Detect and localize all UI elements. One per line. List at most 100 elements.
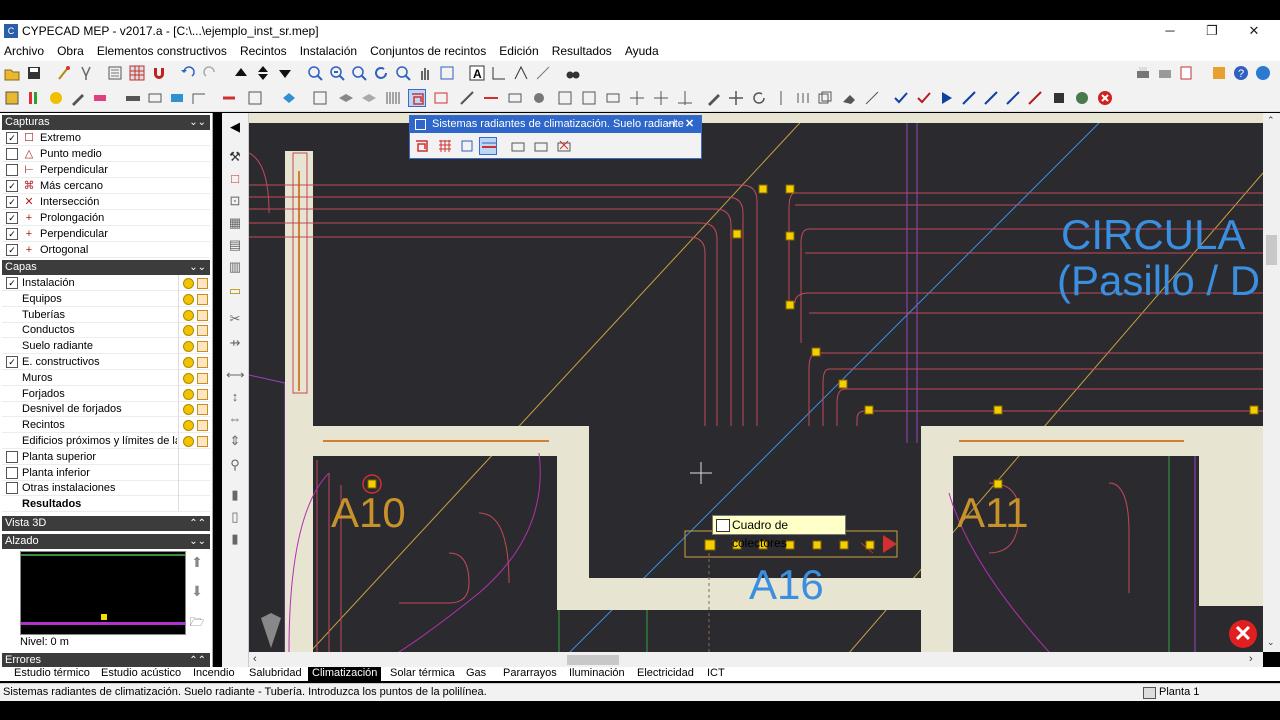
manifold-icon[interactable]	[432, 89, 450, 107]
minimize-button[interactable]: ─	[1150, 22, 1190, 40]
open-icon[interactable]	[3, 64, 21, 82]
export-icon[interactable]	[1178, 64, 1196, 82]
copy-icon[interactable]	[816, 89, 834, 107]
corner-icon[interactable]	[190, 89, 208, 107]
plan-view-icon[interactable]	[106, 64, 124, 82]
duct-icon[interactable]	[458, 89, 476, 107]
tab-iluminacion[interactable]: Iluminación	[565, 667, 629, 681]
erase-icon[interactable]	[840, 89, 858, 107]
checkbox[interactable]: ✓	[6, 277, 18, 289]
unit-icon[interactable]	[604, 89, 622, 107]
split-line-icon[interactable]: ⇸	[226, 335, 244, 351]
heat-icon[interactable]	[25, 89, 43, 107]
tab-ict[interactable]: ICT	[703, 667, 729, 681]
block-icon[interactable]	[1050, 89, 1068, 107]
checkbox[interactable]: ✓	[6, 356, 18, 368]
refresh-icon[interactable]	[372, 64, 390, 82]
checkbox[interactable]: ✓	[6, 212, 18, 224]
vertical-scrollbar[interactable]: ⌃ ⌄	[1263, 113, 1280, 652]
lightbulb-icon[interactable]	[183, 357, 194, 368]
menu-recintos[interactable]: Recintos	[236, 42, 293, 58]
capas-header[interactable]: Capas ⌄⌄	[2, 260, 210, 275]
zoom-window-icon[interactable]	[306, 64, 324, 82]
radiant-floor-icon[interactable]	[408, 89, 426, 107]
lock-icon[interactable]	[197, 404, 208, 416]
alzado-header[interactable]: Alzado ⌄⌄	[2, 534, 210, 549]
floor-up-icon[interactable]	[232, 64, 250, 82]
layer-icon[interactable]	[337, 89, 355, 107]
arrow-lr-icon[interactable]: ⟷	[226, 367, 245, 383]
tools-icon[interactable]: ⚒	[226, 149, 244, 165]
light-icon[interactable]	[47, 89, 65, 107]
tab-salubridad[interactable]: Salubridad	[245, 667, 306, 681]
lightbulb-icon[interactable]	[183, 388, 194, 400]
menu-archivo[interactable]: Archivo	[0, 42, 50, 58]
checkbox[interactable]	[6, 148, 18, 160]
layer-copy-icon[interactable]	[360, 89, 378, 107]
pencil-icon[interactable]	[705, 89, 723, 107]
tab-incendio[interactable]: Incendio	[189, 667, 239, 681]
grille-icon[interactable]	[580, 89, 598, 107]
plot-icon[interactable]	[1156, 64, 1174, 82]
delete-icon[interactable]	[555, 137, 573, 155]
valve-icon[interactable]	[530, 89, 548, 107]
capturas-item[interactable]: ✓ ⌘ Más cercano	[2, 178, 210, 194]
close-icon[interactable]: ✕	[685, 116, 694, 133]
zoom-previous-icon[interactable]	[394, 64, 412, 82]
new-room-icon[interactable]	[3, 89, 21, 107]
checkbox[interactable]	[6, 466, 18, 479]
menu-conjuntos-recintos[interactable]: Conjuntos de recintos	[366, 42, 492, 58]
menu-resultados[interactable]: Resultados	[548, 42, 618, 58]
link-icon[interactable]	[91, 89, 109, 107]
pin-icon[interactable]: ⊣	[666, 116, 676, 133]
menu-instalacion[interactable]: Instalación	[296, 42, 363, 58]
chevron-down-icon[interactable]: ⌄⌄	[189, 534, 206, 549]
scroll-right-icon[interactable]: ›	[1249, 653, 1253, 665]
equipment-icon[interactable]	[246, 89, 264, 107]
split-icon[interactable]	[652, 89, 670, 107]
print-icon[interactable]	[1134, 64, 1152, 82]
check-error-icon[interactable]	[915, 89, 933, 107]
grid-icon[interactable]: ▦	[226, 215, 244, 231]
lightbulb-icon[interactable]	[183, 309, 194, 321]
arrow-ud-icon[interactable]: ↕	[226, 389, 244, 405]
lock-icon[interactable]	[197, 357, 208, 368]
wall-icon[interactable]	[124, 89, 142, 107]
cad-canvas[interactable]: A10 A11 A16 CIRCULA (Pasillo / D	[249, 113, 1263, 652]
lightbulb-icon[interactable]	[183, 420, 194, 432]
checkbox[interactable]	[6, 482, 18, 495]
pan-hand-icon[interactable]	[416, 64, 434, 82]
floor-down-icon[interactable]	[276, 64, 294, 82]
node-icon[interactable]	[938, 89, 956, 107]
lightbulb-icon[interactable]	[183, 372, 194, 384]
checkbox[interactable]: ✓	[6, 244, 18, 256]
close-circle-icon[interactable]: ✕	[1229, 620, 1257, 648]
capturas-item[interactable]: ✓ + Prolongación	[2, 210, 210, 226]
capturas-item[interactable]: ✓ ✕ Intersección	[2, 194, 210, 210]
chevron-up-icon[interactable]: ⌃⌃	[189, 653, 206, 668]
arrow-down-icon[interactable]: ⬇	[189, 583, 205, 601]
lightbulb-icon[interactable]	[183, 325, 194, 337]
lock-icon[interactable]	[197, 388, 208, 400]
install-icon[interactable]	[280, 89, 298, 107]
capturas-item[interactable]: ⊢ Perpendicular	[2, 162, 210, 178]
wizard-icon[interactable]	[55, 64, 73, 82]
scroll-thumb[interactable]	[567, 655, 619, 665]
arrow-lr2-icon[interactable]: ⇔	[226, 411, 244, 427]
capturas-item[interactable]: △ Punto medio	[2, 146, 210, 162]
checkbox[interactable]: ✓	[6, 132, 18, 144]
radiant-window-header[interactable]: Sistemas radiantes de climatización. Sue…	[410, 116, 701, 133]
pipe-connect-icon[interactable]	[220, 89, 238, 107]
lightbulb-icon[interactable]	[183, 278, 194, 289]
stop-icon[interactable]	[1096, 89, 1114, 107]
redo-icon[interactable]	[201, 64, 219, 82]
flow-icon[interactable]	[960, 89, 978, 107]
target-icon[interactable]: ⊡	[226, 193, 244, 209]
settings-icon[interactable]	[1210, 64, 1228, 82]
cut-icon[interactable]: ✂	[226, 311, 244, 327]
move-node-icon[interactable]	[628, 89, 646, 107]
lock-icon[interactable]	[197, 420, 208, 432]
save-icon[interactable]	[25, 64, 43, 82]
figure-c-icon[interactable]: ▮	[226, 531, 244, 547]
arrow-up-icon[interactable]: ⬆	[189, 554, 205, 572]
